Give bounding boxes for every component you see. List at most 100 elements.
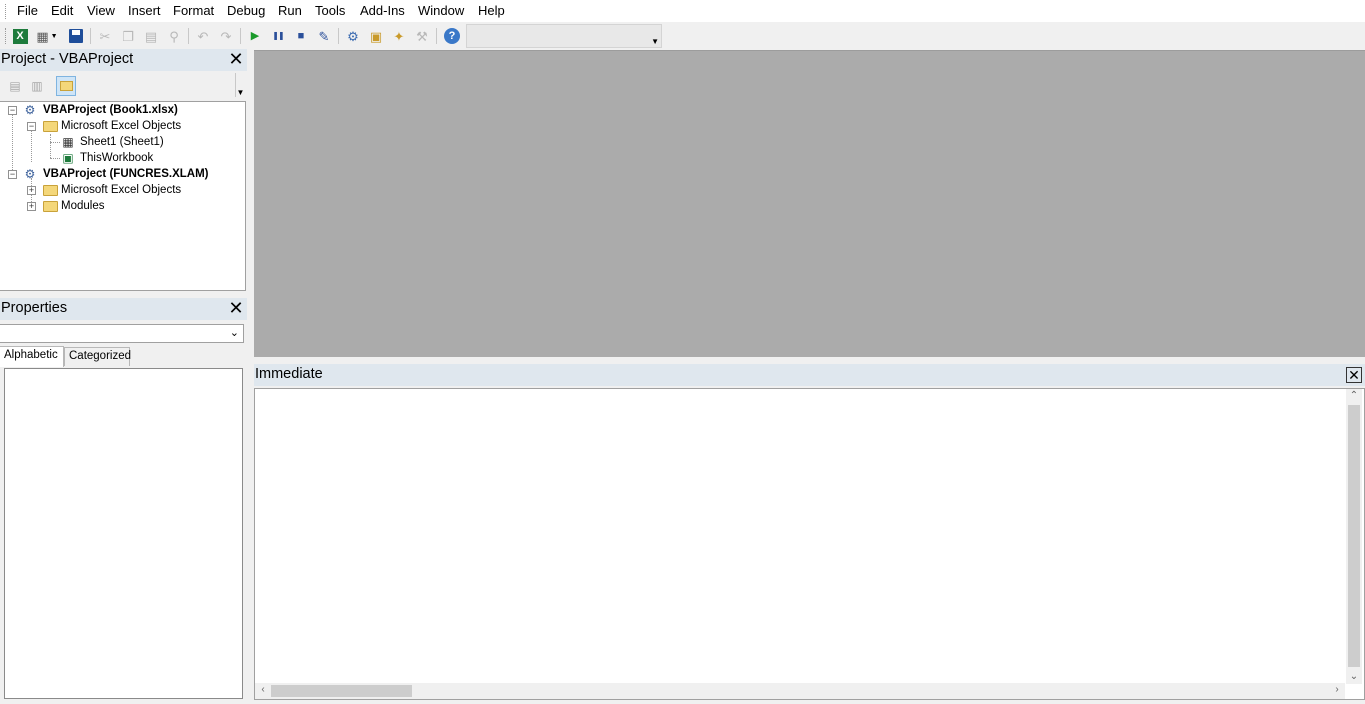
toolbar-options-area[interactable]: ▼ <box>466 24 662 48</box>
tree-node-thisworkbook[interactable]: ThisWorkbook <box>80 150 153 166</box>
toolbar-grip[interactable] <box>5 28 6 44</box>
redo-button[interactable]: ↷ <box>217 27 235 45</box>
chevron-down-icon: ⌄ <box>229 327 239 339</box>
properties-window-button[interactable]: ▣ <box>367 27 385 45</box>
properties-window-icon: ▣ <box>369 28 383 44</box>
toolbar-options-icon[interactable]: ▼ <box>651 37 659 46</box>
object-browser-button[interactable]: ✦ <box>390 27 408 45</box>
toolbar-options-icon[interactable]: ▼ <box>235 73 245 97</box>
menu-view[interactable]: View <box>86 3 116 18</box>
menu-run[interactable]: Run <box>277 3 303 18</box>
code-window-area <box>254 50 1365 357</box>
close-icon[interactable]: ✕ <box>1346 367 1362 383</box>
undo-icon: ↶ <box>197 28 209 44</box>
project-pane-toolbar: ▤ ▥ ▼ <box>0 72 247 99</box>
view-excel-button[interactable]: X <box>11 27 29 45</box>
save-icon <box>69 29 83 43</box>
properties-object-dropdown[interactable]: ⌄ <box>0 324 244 343</box>
toolbar-separator <box>188 28 189 44</box>
scroll-down-icon[interactable]: ⌄ <box>1346 671 1362 682</box>
scroll-up-icon[interactable]: ⌃ <box>1346 390 1362 401</box>
properties-pane-title-text: Properties <box>1 300 68 316</box>
find-button[interactable]: ⚲ <box>165 27 183 45</box>
tree-node-excel-objects-2[interactable]: Microsoft Excel Objects <box>61 182 181 198</box>
redo-icon: ↷ <box>220 28 232 44</box>
menu-tools[interactable]: Tools <box>314 3 346 18</box>
tree-node-vbaproject-book1[interactable]: VBAProject (Book1.xlsx) <box>43 102 178 118</box>
project-tree: − ⚙ VBAProject (Book1.xlsx) − Microsoft … <box>0 101 246 291</box>
close-icon[interactable]: ✕ <box>228 50 244 68</box>
toolbar-separator <box>90 28 91 44</box>
properties-pane-title: Properties ✕ <box>0 298 247 320</box>
collapse-toggle[interactable]: − <box>8 106 17 115</box>
menu-debug[interactable]: Debug <box>226 3 266 18</box>
paste-icon: ▤ <box>144 28 158 44</box>
immediate-pane-title-text: Immediate <box>255 366 323 382</box>
tree-line <box>50 134 51 158</box>
view-excel-icon: X <box>12 28 28 44</box>
project-pane-title-text: Project - VBAProject <box>1 51 134 67</box>
menu-bar-grip[interactable] <box>5 4 7 19</box>
break-button[interactable]: ❚❚ <box>269 27 287 45</box>
collapse-toggle[interactable]: − <box>27 122 36 131</box>
design-mode-button[interactable]: ✎ <box>315 27 333 45</box>
close-icon[interactable]: ✕ <box>228 299 244 317</box>
view-code-button[interactable]: ▤ <box>5 76 25 96</box>
folder-icon <box>43 185 58 196</box>
vertical-scrollbar[interactable]: ⌃ ⌄ <box>1346 389 1362 684</box>
scrollbar-thumb[interactable] <box>1348 405 1360 667</box>
run-button[interactable]: ▶ <box>246 27 264 45</box>
tree-node-sheet1[interactable]: Sheet1 (Sheet1) <box>80 134 164 150</box>
menu-format[interactable]: Format <box>172 3 215 18</box>
run-icon: ▶ <box>250 29 260 42</box>
insert-userform-icon: ▦ <box>36 28 49 44</box>
menu-help[interactable]: Help <box>477 3 506 18</box>
cut-button[interactable]: ✂ <box>96 27 114 45</box>
object-browser-icon: ✦ <box>393 28 405 44</box>
scrollbar-thumb[interactable] <box>271 685 412 697</box>
properties-grid[interactable] <box>4 368 243 699</box>
horizontal-scrollbar[interactable]: ‹ › <box>255 683 1345 699</box>
help-button[interactable]: ? <box>443 27 461 45</box>
menu-bar: File Edit View Insert Format Debug Run T… <box>0 0 1365 22</box>
worksheet-icon: ▦ <box>62 135 74 149</box>
menu-insert[interactable]: Insert <box>127 3 162 18</box>
menu-edit[interactable]: Edit <box>50 3 74 18</box>
copy-icon: ❐ <box>122 28 134 44</box>
tree-node-vbaproject-funcres[interactable]: VBAProject (FUNCRES.XLAM) <box>43 166 208 182</box>
workbook-icon: ▣ <box>62 151 74 165</box>
toolbar-separator <box>240 28 241 44</box>
toolbox-button[interactable]: ⚒ <box>413 27 431 45</box>
expand-toggle[interactable]: + <box>27 186 36 195</box>
reset-button[interactable]: ■ <box>292 27 310 45</box>
insert-userform-button[interactable]: ▦ ▼ <box>34 27 60 45</box>
collapse-toggle[interactable]: − <box>8 170 17 179</box>
copy-button[interactable]: ❐ <box>119 27 137 45</box>
toggle-folders-button[interactable] <box>56 76 76 96</box>
tab-alphabetic[interactable]: Alphabetic <box>0 346 64 367</box>
tree-node-modules[interactable]: Modules <box>61 198 104 214</box>
tree-line <box>50 158 60 159</box>
project-explorer-icon: ⚙ <box>347 28 359 44</box>
view-object-button[interactable]: ▥ <box>27 76 47 96</box>
standard-toolbar: X ▦ ▼ ✂ ❐ ▤ ⚲ ↶ ↷ ▶ ❚❚ ■ ✎ ⚙ ▣ ✦ ⚒ ? ▼ <box>0 23 665 49</box>
save-button[interactable] <box>67 27 85 45</box>
menu-add-ins[interactable]: Add-Ins <box>359 3 406 18</box>
menu-file[interactable]: File <box>16 3 39 18</box>
scroll-right-icon[interactable]: › <box>1329 684 1345 695</box>
toolbox-icon: ⚒ <box>416 28 428 44</box>
toolbar-separator <box>436 28 437 44</box>
menu-window[interactable]: Window <box>417 3 465 18</box>
tree-line <box>50 142 60 143</box>
scroll-left-icon[interactable]: ‹ <box>255 684 271 695</box>
expand-toggle[interactable]: + <box>27 202 36 211</box>
tree-node-excel-objects[interactable]: Microsoft Excel Objects <box>61 118 181 134</box>
paste-button[interactable]: ▤ <box>142 27 160 45</box>
help-icon: ? <box>444 28 460 44</box>
tab-categorized[interactable]: Categorized <box>64 347 131 366</box>
project-explorer-button[interactable]: ⚙ <box>344 27 362 45</box>
pane-splitter[interactable] <box>247 49 254 704</box>
undo-button[interactable]: ↶ <box>194 27 212 45</box>
design-mode-icon: ✎ <box>318 28 330 44</box>
immediate-window-editor[interactable]: ⌃ ⌄ ‹ › <box>254 388 1365 700</box>
